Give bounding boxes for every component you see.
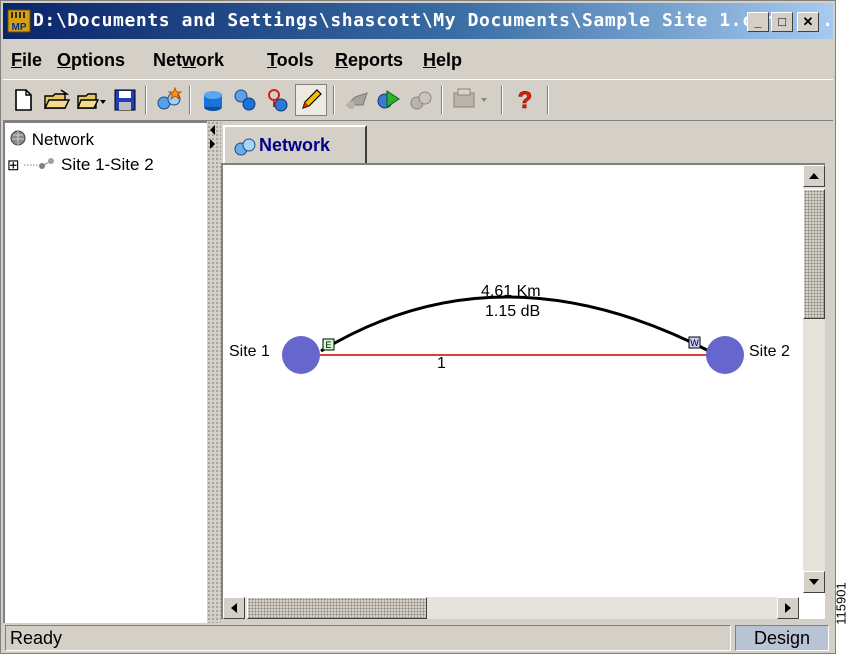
vertical-scroll-thumb[interactable] bbox=[803, 189, 825, 319]
menu-help[interactable]: Help bbox=[423, 50, 462, 71]
antenna-icon[interactable] bbox=[229, 84, 261, 116]
horizontal-scrollbar[interactable] bbox=[223, 597, 799, 619]
toolbar-separator bbox=[501, 86, 503, 114]
tree-root-label: Network bbox=[31, 130, 95, 149]
tab-strip: Network bbox=[221, 121, 833, 165]
application-window: MP D:\Documents and Settings\shascott\My… bbox=[0, 0, 836, 654]
maximize-button[interactable]: □ bbox=[771, 12, 793, 32]
port-e-label: E bbox=[325, 340, 331, 350]
help-icon[interactable]: ? bbox=[509, 84, 541, 116]
link-node-icon bbox=[24, 158, 55, 169]
arrow-down-icon bbox=[809, 579, 819, 585]
site-1-node[interactable] bbox=[282, 336, 320, 374]
toolbar: ? bbox=[3, 79, 833, 121]
window-title: D:\Documents and Settings\shascott\My Do… bbox=[33, 10, 834, 31]
status-text: Ready bbox=[5, 625, 731, 651]
open-folder-icon[interactable] bbox=[41, 84, 73, 116]
app-logo-icon: MP bbox=[7, 9, 31, 33]
radio-icon[interactable] bbox=[261, 84, 293, 116]
vertical-scrollbar[interactable] bbox=[803, 165, 825, 593]
network-canvas[interactable]: E W Site 1 Site 2 4.61 Km 1.15 dB 1 bbox=[221, 163, 825, 619]
svg-text:?: ? bbox=[518, 87, 533, 114]
site-1-label: Site 1 bbox=[229, 343, 270, 360]
menu-reports[interactable]: Reports bbox=[335, 50, 403, 71]
open-recent-icon[interactable] bbox=[75, 84, 107, 116]
analyze-icon[interactable] bbox=[373, 84, 405, 116]
mode-indicator[interactable]: Design bbox=[735, 625, 829, 651]
toolbar-separator bbox=[441, 86, 443, 114]
site-2-label: Site 2 bbox=[749, 343, 790, 360]
status-bar: Ready Design bbox=[3, 623, 833, 653]
arrow-up-icon bbox=[809, 173, 819, 179]
arrow-left-icon bbox=[231, 603, 237, 613]
loss-label: 1.15 dB bbox=[485, 303, 541, 320]
scroll-down-button[interactable] bbox=[803, 571, 825, 593]
figure-id-text: 115901 bbox=[833, 582, 849, 625]
toolbar-separator bbox=[333, 86, 335, 114]
distance-label: 4.61 Km bbox=[481, 283, 541, 300]
link-icon[interactable] bbox=[341, 84, 373, 116]
network-tab-icon bbox=[234, 138, 256, 156]
scroll-right-button[interactable] bbox=[777, 597, 799, 619]
menu-network[interactable]: Network bbox=[153, 50, 224, 71]
link-number-label: 1 bbox=[437, 355, 446, 372]
site-2-node[interactable] bbox=[706, 336, 744, 374]
horizontal-scroll-thumb[interactable] bbox=[247, 597, 427, 619]
close-button[interactable]: ✕ bbox=[797, 12, 819, 32]
edit-pencil-icon[interactable] bbox=[295, 84, 327, 116]
minimize-button[interactable]: _ bbox=[747, 12, 769, 32]
network-tree: Network ⊞ Site 1-Site 2 bbox=[3, 121, 207, 623]
tree-item-label: Site 1-Site 2 bbox=[61, 155, 154, 174]
new-file-icon[interactable] bbox=[7, 84, 39, 116]
arrow-right-icon bbox=[785, 603, 791, 613]
menu-options[interactable]: Options bbox=[57, 50, 125, 71]
menu-file[interactable]: File bbox=[11, 50, 42, 71]
network-globe-icon bbox=[10, 130, 26, 146]
scroll-left-button[interactable] bbox=[223, 597, 245, 619]
collapse-arrows-icon[interactable] bbox=[207, 121, 221, 161]
report-icon[interactable] bbox=[405, 84, 437, 116]
print-icon[interactable] bbox=[449, 84, 493, 116]
tab-network[interactable]: Network bbox=[223, 125, 367, 165]
save-icon[interactable] bbox=[109, 84, 141, 116]
figure-id: 115901 bbox=[828, 560, 851, 654]
splitter-handle[interactable] bbox=[207, 121, 221, 623]
site-icon[interactable] bbox=[197, 84, 229, 116]
tree-item-site-link[interactable]: ⊞ Site 1-Site 2 bbox=[7, 155, 154, 175]
network-wizard-icon[interactable] bbox=[153, 84, 185, 116]
toolbar-separator bbox=[145, 86, 147, 114]
tree-root-network[interactable]: Network bbox=[9, 129, 94, 150]
app-logo-text: MP bbox=[12, 22, 27, 33]
toolbar-separator bbox=[547, 86, 549, 114]
expand-icon[interactable]: ⊞ bbox=[7, 157, 20, 174]
tab-label: Network bbox=[259, 135, 331, 155]
scroll-up-button[interactable] bbox=[803, 165, 825, 187]
port-w-label: W bbox=[690, 338, 699, 348]
menu-tools[interactable]: Tools bbox=[267, 50, 314, 71]
menu-bar: File Options Network Tools Reports Help bbox=[3, 42, 833, 76]
toolbar-separator bbox=[189, 86, 191, 114]
title-bar[interactable]: MP D:\Documents and Settings\shascott\My… bbox=[3, 3, 833, 39]
canvas-drawing: E W bbox=[282, 295, 744, 374]
